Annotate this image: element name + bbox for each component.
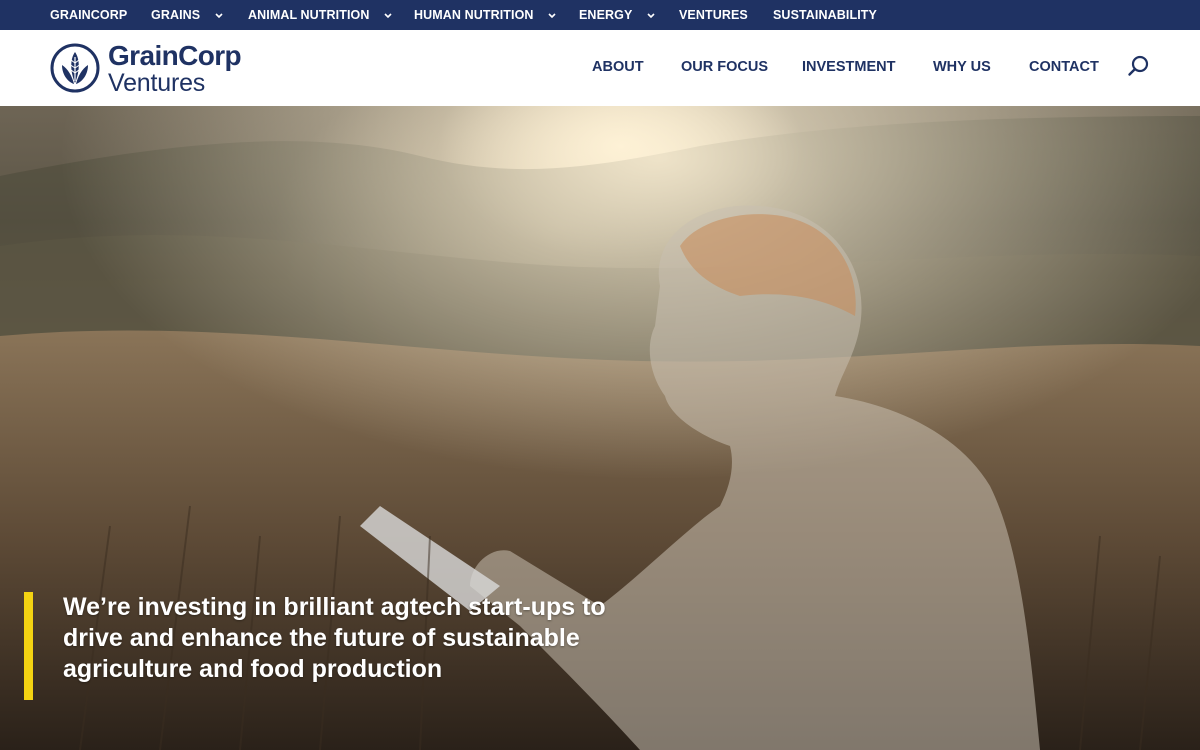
- topbar-item-label: GRAINS: [151, 8, 201, 22]
- topbar-item-animal-nutrition[interactable]: ANIMAL NUTRITION: [248, 0, 392, 30]
- chevron-down-icon: [647, 0, 655, 30]
- topbar-item-grains[interactable]: GRAINS: [151, 0, 223, 30]
- search-icon[interactable]: [1127, 55, 1151, 79]
- nav-link-investment[interactable]: INVESTMENT: [802, 59, 895, 75]
- nav-link-contact[interactable]: CONTACT: [1029, 59, 1099, 75]
- topbar-item-human-nutrition[interactable]: HUMAN NUTRITION: [414, 0, 556, 30]
- topbar-item-label: ENERGY: [579, 8, 633, 22]
- site-header: GrainCorp Ventures ABOUT OUR FOCUS INVES…: [0, 30, 1200, 106]
- headline-accent-bar: [24, 592, 33, 700]
- topbar-item-sustainability[interactable]: SUSTAINABILITY: [773, 0, 877, 30]
- logo-text-line2: Ventures: [108, 69, 206, 97]
- logo-text-line1: GrainCorp: [108, 40, 242, 71]
- nav-link-our-focus[interactable]: OUR FOCUS: [681, 59, 768, 75]
- topbar-item-label: SUSTAINABILITY: [773, 8, 877, 22]
- topbar-item-label: VENTURES: [679, 8, 748, 22]
- graincorp-ventures-logo[interactable]: GrainCorp Ventures: [50, 40, 250, 98]
- top-utility-bar: GRAINCORP GRAINS ANIMAL NUTRITION HUMAN …: [0, 0, 1200, 30]
- hero-banner: We’re investing in brilliant agtech star…: [0, 106, 1200, 750]
- topbar-item-label: ANIMAL NUTRITION: [248, 8, 370, 22]
- wheat-emblem-icon: [50, 43, 100, 98]
- topbar-item-label: HUMAN NUTRITION: [414, 8, 534, 22]
- nav-link-about[interactable]: ABOUT: [592, 59, 644, 75]
- topbar-item-graincorp[interactable]: GRAINCORP: [50, 0, 127, 30]
- hero-headline: We’re investing in brilliant agtech star…: [63, 593, 606, 683]
- topbar-item-label: GRAINCORP: [50, 8, 128, 22]
- chevron-down-icon: [548, 0, 556, 30]
- chevron-down-icon: [384, 0, 392, 30]
- nav-link-why-us[interactable]: WHY US: [933, 59, 991, 75]
- topbar-item-ventures[interactable]: VENTURES: [679, 0, 748, 30]
- topbar-item-energy[interactable]: ENERGY: [579, 0, 655, 30]
- chevron-down-icon: [215, 0, 223, 30]
